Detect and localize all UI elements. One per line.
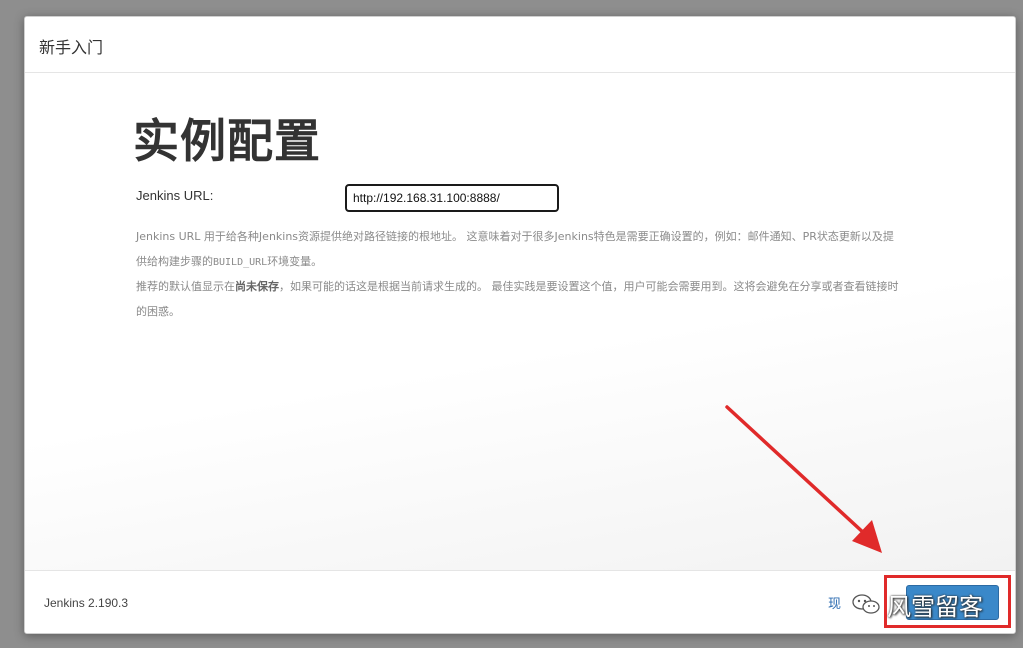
watermark-text: 风雪留客 [887, 592, 983, 621]
build-url-code: BUILD_URL [213, 256, 268, 268]
dialog-header: 新手入门 [25, 17, 1015, 73]
jenkins-url-label: Jenkins URL: [136, 188, 214, 203]
wechat-icon [852, 594, 880, 614]
help-text-1-tail: 环境变量。 [267, 254, 323, 268]
jenkins-url-input[interactable] [345, 184, 559, 212]
page-heading: 实例配置 [133, 114, 321, 168]
watermark: 风雪留客 [851, 590, 983, 621]
setup-wizard-dialog: 新手入门 实例配置 Jenkins URL: Jenkins URL 用于给各种… [24, 16, 1016, 634]
skip-link[interactable]: 现 [828, 593, 841, 612]
help-text: Jenkins URL 用于给各种Jenkins资源提供绝对路径链接的根地址。 … [136, 225, 901, 324]
help-paragraph-1: Jenkins URL 用于给各种Jenkins资源提供绝对路径链接的根地址。 … [136, 225, 901, 275]
dialog-title: 新手入门 [39, 38, 104, 57]
help-text-2-pre: 推荐的默认值显示在 [136, 280, 235, 293]
dialog-body: 实例配置 Jenkins URL: Jenkins URL 用于给各种Jenki… [25, 73, 1015, 570]
dialog-footer: Jenkins 2.190.3 现 风雪留客 [25, 570, 1015, 633]
help-paragraph-2: 推荐的默认值显示在尚未保存，如果可能的话这是根据当前请求生成的。 最佳实践是要设… [136, 275, 901, 324]
jenkins-version: Jenkins 2.190.3 [44, 596, 129, 610]
not-saved-label: 尚未保存 [235, 280, 279, 293]
